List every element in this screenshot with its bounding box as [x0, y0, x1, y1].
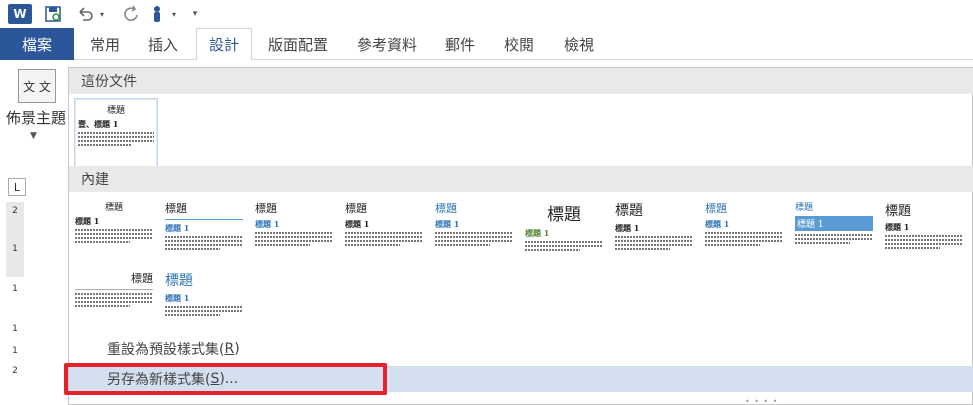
customize-qat-icon[interactable]: ▾ [188, 3, 202, 25]
style-thumb[interactable]: 標題 標題 1 [522, 196, 606, 270]
style-thumb[interactable]: 標題 標題 1 [162, 196, 246, 270]
ruler-mark: 1 [12, 244, 18, 254]
style-thumb[interactable]: 標題 標題 1 [792, 196, 876, 270]
save-icon[interactable] [40, 3, 66, 25]
ruler-mark: 2 [12, 366, 18, 376]
themes-button-label[interactable]: 佈景主題 [4, 107, 68, 128]
reset-style-set-menu-item[interactable]: 重設為預設樣式集(R) [69, 336, 973, 362]
style-thumb[interactable]: 標題 [72, 266, 156, 340]
tab-insert[interactable]: 插入 [138, 28, 188, 60]
touch-mode-icon[interactable] [146, 3, 168, 25]
style-thumb[interactable]: 標題 標題 1 [612, 196, 696, 270]
section-header-this-document: 這份文件 [69, 68, 973, 94]
redo-icon[interactable] [120, 3, 142, 25]
style-thumb[interactable]: 標題 標題 1 [72, 196, 156, 270]
tab-home[interactable]: 常用 [80, 28, 130, 60]
word-logo-icon: W [8, 4, 32, 24]
undo-dropdown-icon[interactable]: ▾ [96, 3, 108, 25]
chevron-down-icon[interactable]: ▼ [30, 131, 37, 141]
tab-review[interactable]: 校閱 [494, 28, 544, 60]
tab-stop-selector[interactable]: L [8, 178, 26, 196]
undo-icon[interactable] [74, 3, 96, 25]
ribbon-tabs: 檔案 常用 插入 設計 版面配置 參考資料 郵件 校閱 檢視 [0, 28, 973, 61]
style-thumb[interactable]: 標題 標題 1 [162, 266, 246, 340]
tab-file[interactable]: 檔案 [0, 28, 74, 60]
tab-references[interactable]: 參考資料 [344, 28, 430, 60]
save-as-new-style-set-menu-item[interactable]: 另存為新樣式集(S)... [69, 366, 973, 392]
style-set-gallery: 這份文件 標題 壹、標題 1 內建 標題 標題 1 標題 標題 1 標題 標題 … [68, 67, 973, 405]
style-thumb[interactable]: 標題 標題 1 [342, 196, 426, 270]
style-thumb[interactable]: 標題 標題 1 [882, 196, 966, 270]
vertical-ruler: L 2 1 1 1 1 2 [0, 172, 40, 405]
tab-design[interactable]: 設計 [196, 28, 252, 61]
tab-layout[interactable]: 版面配置 [258, 28, 338, 60]
ruler-mark: 1 [12, 346, 18, 356]
ruler-mark: 2 [12, 206, 18, 216]
resize-grip-icon[interactable]: • • • • [745, 397, 779, 405]
themes-icon[interactable]: 文 文 [18, 69, 56, 103]
style-thumb[interactable]: 標題 標題 1 [252, 196, 336, 270]
tab-view[interactable]: 檢視 [554, 28, 604, 60]
section-header-built-in: 內建 [69, 166, 973, 192]
tab-mailings[interactable]: 郵件 [436, 28, 484, 60]
style-thumb[interactable]: 標題 標題 1 [702, 196, 786, 270]
touch-dropdown-icon[interactable]: ▾ [168, 3, 180, 25]
quick-access-toolbar: W ▾ ▾ ▾ [0, 0, 973, 28]
ruler-mark: 1 [12, 284, 18, 294]
ruler-mark: 1 [12, 324, 18, 334]
style-thumb[interactable]: 標題 標題 1 [432, 196, 516, 270]
style-thumb-this-document[interactable]: 標題 壹、標題 1 [74, 98, 158, 172]
